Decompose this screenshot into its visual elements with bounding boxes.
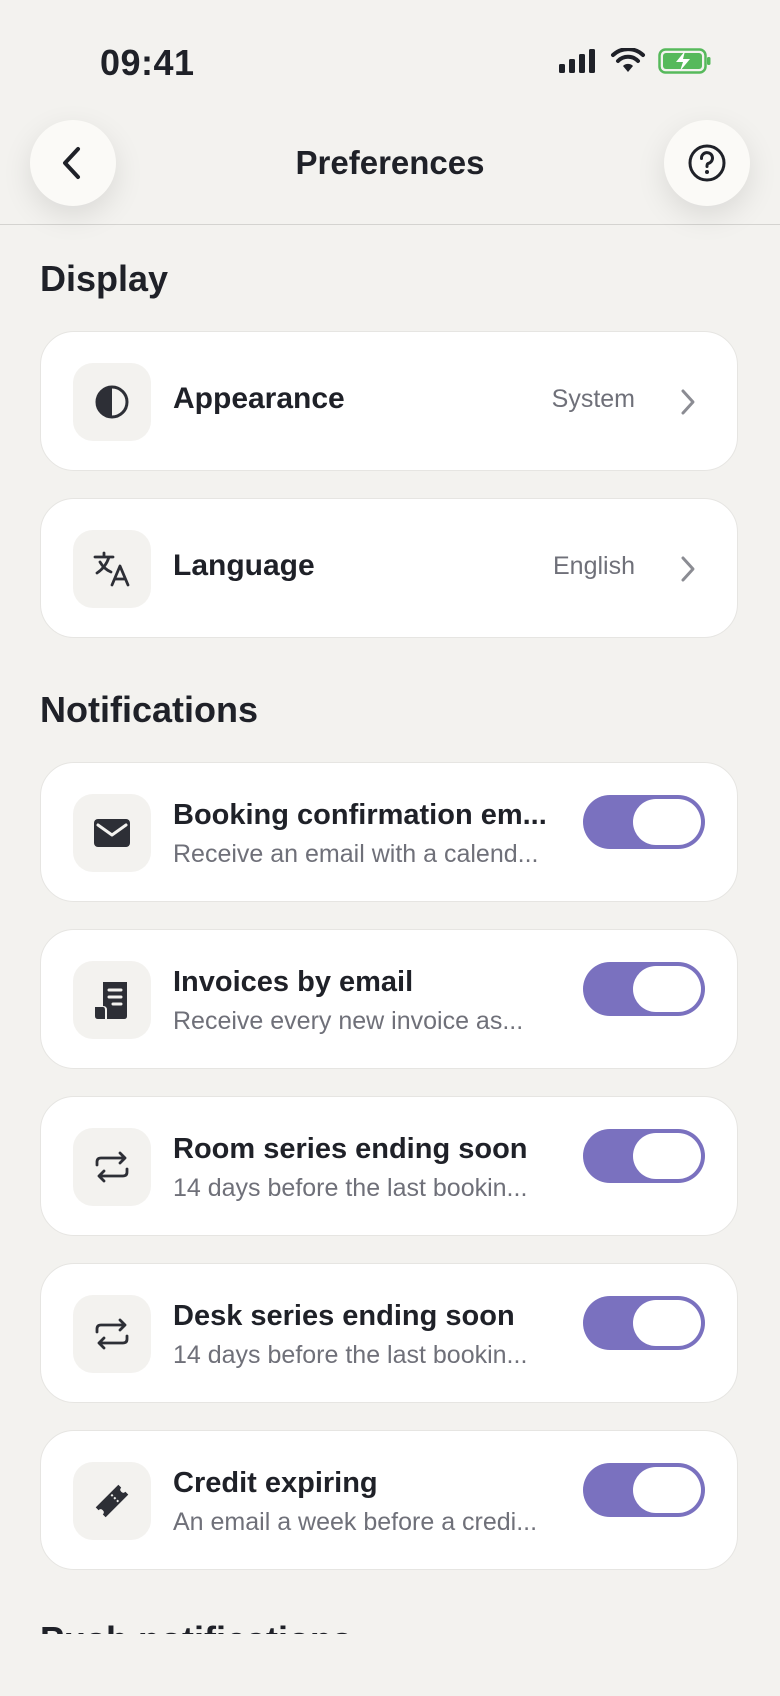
language-label: Language bbox=[173, 549, 315, 582]
repeat-icon bbox=[95, 1151, 129, 1183]
invoices-toggle[interactable] bbox=[583, 962, 705, 1016]
notification-subtitle: 14 days before the last bookin... bbox=[173, 1341, 528, 1369]
mail-icon bbox=[94, 819, 130, 847]
notification-title: Invoices by email bbox=[173, 966, 414, 998]
credit-expiring-toggle[interactable] bbox=[583, 1463, 705, 1517]
room-series-toggle[interactable] bbox=[583, 1129, 705, 1183]
invoice-icon bbox=[95, 982, 127, 1019]
partial-section-title-text: Push notifications bbox=[40, 1622, 352, 1635]
ticket-icon bbox=[95, 1484, 129, 1518]
signal-icon bbox=[559, 49, 595, 73]
appearance-row[interactable]: Appearance System bbox=[40, 331, 738, 471]
notification-icon-box bbox=[73, 1462, 151, 1540]
notification-title: Desk series ending soon bbox=[173, 1300, 515, 1332]
notification-title: Credit expiring bbox=[173, 1467, 378, 1499]
notification-row-invoices[interactable]: Invoices by email Receive every new invo… bbox=[40, 929, 738, 1069]
section-title-display: Display bbox=[40, 258, 169, 299]
desk-series-toggle[interactable] bbox=[583, 1296, 705, 1350]
help-button[interactable] bbox=[664, 120, 750, 206]
notification-row-room-series[interactable]: Room series ending soon 14 days before t… bbox=[40, 1096, 738, 1236]
wifi-icon bbox=[611, 48, 645, 72]
toggle-knob bbox=[633, 799, 701, 845]
notification-title: Room series ending soon bbox=[173, 1133, 528, 1165]
contrast-icon bbox=[95, 385, 129, 419]
status-time: 09:41 bbox=[100, 42, 195, 83]
notification-row-credit-expiring[interactable]: Credit expiring An email a week before a… bbox=[40, 1430, 738, 1570]
toggle-knob bbox=[633, 1133, 701, 1179]
help-icon bbox=[688, 144, 726, 182]
language-icon-box bbox=[73, 530, 151, 608]
page-title: Preferences bbox=[295, 144, 485, 181]
notification-title: Booking confirmation em... bbox=[173, 799, 547, 831]
appearance-value: System bbox=[551, 385, 635, 413]
appearance-label: Appearance bbox=[173, 382, 345, 415]
notification-icon-box bbox=[73, 1128, 151, 1206]
notification-subtitle: An email a week before a credi... bbox=[173, 1508, 538, 1536]
notification-row-desk-series[interactable]: Desk series ending soon 14 days before t… bbox=[40, 1263, 738, 1403]
chevron-right-icon bbox=[681, 556, 695, 582]
notification-row-booking-confirmation[interactable]: Booking confirmation em... Receive an em… bbox=[40, 762, 738, 902]
notification-subtitle: Receive an email with a calend... bbox=[173, 840, 539, 868]
translate-icon bbox=[93, 551, 130, 587]
toggle-knob bbox=[633, 966, 701, 1012]
repeat-icon bbox=[95, 1318, 129, 1350]
top-nav-bar: Preferences bbox=[0, 118, 780, 225]
language-value: English bbox=[553, 552, 635, 580]
status-bar: 09:41 bbox=[0, 0, 780, 120]
toggle-knob bbox=[633, 1467, 701, 1513]
notification-icon-box bbox=[73, 1295, 151, 1373]
notification-subtitle: 14 days before the last bookin... bbox=[173, 1174, 528, 1202]
section-title-partial: Push notifications bbox=[40, 1612, 352, 1635]
notification-icon-box bbox=[73, 794, 151, 872]
toggle-knob bbox=[633, 1300, 701, 1346]
notification-subtitle: Receive every new invoice as... bbox=[173, 1007, 524, 1035]
battery-icon bbox=[658, 48, 711, 74]
section-title-notifications: Notifications bbox=[40, 689, 259, 730]
booking-confirmation-toggle[interactable] bbox=[583, 795, 705, 849]
appearance-icon-box bbox=[73, 363, 151, 441]
language-row[interactable]: Language English bbox=[40, 498, 738, 638]
notification-icon-box bbox=[73, 961, 151, 1039]
status-icons bbox=[558, 48, 712, 74]
chevron-right-icon bbox=[681, 389, 695, 415]
